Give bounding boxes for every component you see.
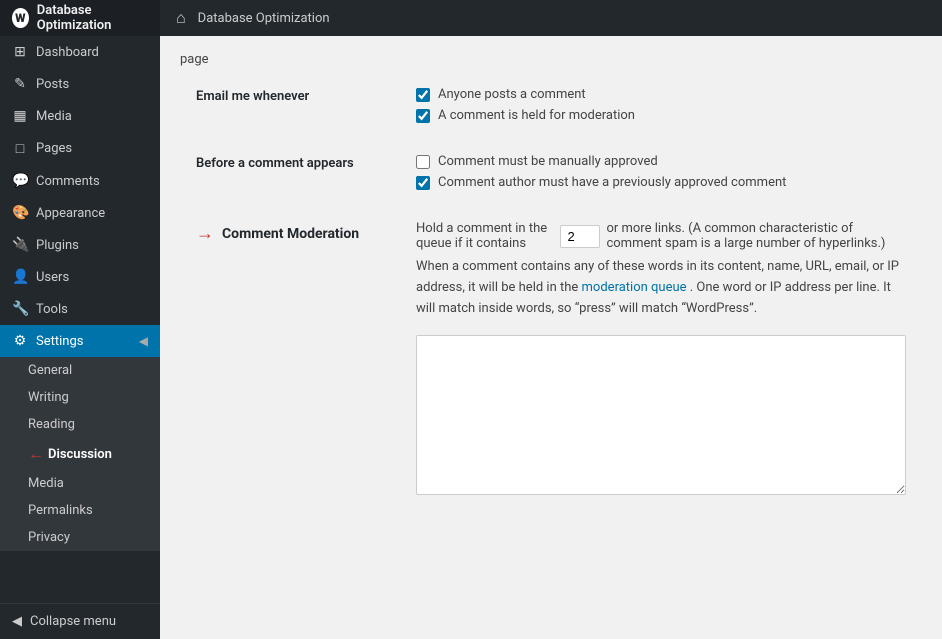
media-icon: ▦ (12, 108, 28, 124)
before-comment-label: Before a comment appears (180, 142, 400, 209)
sidebar-header: W Database Optimization (0, 0, 160, 36)
sidebar-item-plugins[interactable]: 🔌 Plugins (0, 229, 160, 261)
email-label: Email me whenever (180, 75, 400, 142)
before-option-1: Comment must be manually approved (416, 154, 906, 169)
sidebar-label: Comments (36, 174, 100, 189)
sidebar-label: Dashboard (36, 45, 99, 60)
sub-item-writing[interactable]: Writing (0, 384, 160, 411)
sidebar-item-settings[interactable]: ⚙ Settings ◀ (0, 325, 160, 357)
tools-icon: 🔧 (12, 301, 28, 317)
plugins-icon: 🔌 (12, 237, 28, 253)
email-options: Anyone posts a comment A comment is held… (400, 75, 922, 142)
sub-item-permalinks[interactable]: Permalinks (0, 497, 160, 524)
sidebar-item-comments[interactable]: 💬 Comments (0, 165, 160, 197)
sidebar-label: Tools (36, 302, 68, 317)
sidebar-item-posts[interactable]: ✎ Posts (0, 68, 160, 100)
settings-arrow-icon: ◀ (139, 334, 148, 348)
sidebar-item-media[interactable]: ▦ Media (0, 100, 160, 132)
collapse-label: Collapse menu (30, 614, 116, 629)
settings-submenu: General Writing Reading ← Discussion Med… (0, 357, 160, 551)
hold-text-1: Hold a comment in the queue if it contai… (416, 221, 554, 251)
comment-moderation-label: → Comment Moderation (196, 223, 384, 250)
before-checkbox-2[interactable] (416, 176, 430, 190)
sidebar: W Database Optimization ⊞ Dashboard ✎ Po… (0, 0, 160, 639)
appearance-icon: 🎨 (12, 205, 28, 221)
sidebar-label: Plugins (36, 238, 79, 253)
admin-bar-title: Database Optimization (198, 11, 330, 26)
main-content: ⌂ Database Optimization page Email me wh… (160, 0, 942, 639)
admin-bar: ⌂ Database Optimization (160, 0, 942, 36)
settings-icon: ⚙ (12, 333, 28, 349)
sidebar-label: Media (36, 109, 72, 124)
comments-icon: 💬 (12, 173, 28, 189)
pages-icon: □ (12, 140, 28, 157)
before-comment-options: Comment must be manually approved Commen… (400, 142, 922, 209)
comment-moderation-content: Hold a comment in the queue if it contai… (400, 209, 922, 512)
sub-item-general[interactable]: General (0, 357, 160, 384)
email-checkbox-2[interactable] (416, 109, 430, 123)
moderation-textarea[interactable] (416, 335, 906, 495)
collapse-menu-button[interactable]: ◀ Collapse menu (0, 603, 160, 639)
email-option-1: Anyone posts a comment (416, 87, 906, 102)
sub-item-discussion[interactable]: ← Discussion (0, 438, 160, 470)
sidebar-label: Pages (36, 141, 72, 156)
posts-icon: ✎ (12, 76, 28, 92)
before-comment-row: Before a comment appears Comment must be… (180, 142, 922, 209)
email-row: Email me whenever Anyone posts a comment… (180, 75, 922, 142)
sidebar-label: Settings (36, 334, 83, 349)
comment-moderation-label-cell: → Comment Moderation (180, 209, 400, 512)
comment-moderation-row: → Comment Moderation Hold a comment in t… (180, 209, 922, 512)
sidebar-label: Users (36, 270, 69, 285)
before-checkbox-1[interactable] (416, 155, 430, 169)
email-option-1-label: Anyone posts a comment (438, 87, 586, 102)
before-option-1-label: Comment must be manually approved (438, 154, 658, 169)
sidebar-item-appearance[interactable]: 🎨 Appearance (0, 197, 160, 229)
before-option-2: Comment author must have a previously ap… (416, 175, 906, 190)
before-option-2-label: Comment author must have a previously ap… (438, 175, 786, 190)
hold-text-2: or more links. (A common characteristic … (606, 221, 906, 251)
sidebar-item-tools[interactable]: 🔧 Tools (0, 293, 160, 325)
content-area: page Email me whenever Anyone posts a co… (160, 36, 942, 639)
settings-table: Email me whenever Anyone posts a comment… (180, 75, 922, 512)
dashboard-icon: ⊞ (12, 44, 28, 60)
email-option-2-label: A comment is held for moderation (438, 108, 635, 123)
site-title: Database Optimization (37, 3, 148, 33)
users-icon: 👤 (12, 269, 28, 285)
collapse-icon: ◀ (12, 614, 22, 629)
page-ref: page (180, 52, 922, 67)
sidebar-item-pages[interactable]: □ Pages (0, 132, 160, 165)
discussion-arrow-icon: ← (28, 444, 44, 464)
wp-logo: W (12, 8, 29, 28)
email-option-2: A comment is held for moderation (416, 108, 906, 123)
sidebar-label: Appearance (36, 206, 105, 221)
sub-item-reading[interactable]: Reading (0, 411, 160, 438)
sidebar-item-users[interactable]: 👤 Users (0, 261, 160, 293)
sub-item-privacy[interactable]: Privacy (0, 524, 160, 551)
moderation-queue-link[interactable]: moderation queue (582, 280, 687, 295)
home-icon: ⌂ (176, 8, 186, 28)
moderation-arrow-icon: → (196, 223, 214, 244)
sidebar-label: Posts (36, 77, 69, 92)
sub-item-media[interactable]: Media (0, 470, 160, 497)
email-checkbox-1[interactable] (416, 88, 430, 102)
hold-links-input[interactable] (560, 225, 600, 248)
sidebar-item-dashboard[interactable]: ⊞ Dashboard (0, 36, 160, 68)
moderation-desc: When a comment contains any of these wor… (416, 257, 906, 319)
hold-row: Hold a comment in the queue if it contai… (416, 221, 906, 251)
